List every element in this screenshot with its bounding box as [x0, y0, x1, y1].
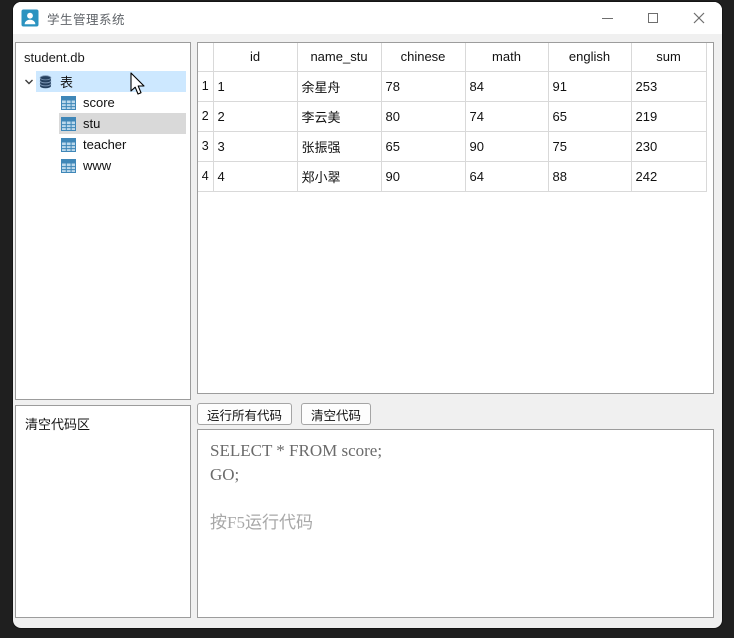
sql-editor[interactable]: SELECT * FROM score; GO; 按F5运行代码 — [197, 429, 714, 618]
row-number[interactable]: 1 — [198, 71, 214, 102]
minimize-icon — [601, 17, 613, 19]
table-cell[interactable]: 88 — [548, 161, 632, 192]
db-tree-panel: student.db 表 score stu teacher www — [15, 42, 191, 400]
table-cell[interactable]: 75 — [548, 131, 632, 162]
db-name-label: student.db — [24, 50, 85, 65]
table-grid-icon — [61, 137, 76, 152]
corner-cell — [198, 43, 214, 72]
table-cell[interactable]: 230 — [631, 131, 707, 162]
minimize-button[interactable] — [584, 2, 630, 34]
table-cell[interactable]: 2 — [213, 101, 298, 132]
column-header-id[interactable]: id — [213, 43, 298, 72]
table-cell[interactable]: 91 — [548, 71, 632, 102]
window-controls — [584, 2, 722, 34]
table-grid-icon — [61, 95, 76, 110]
row-number[interactable]: 4 — [198, 161, 214, 192]
sql-line: GO; — [210, 465, 240, 484]
tree-item-stu[interactable]: stu — [16, 113, 190, 134]
database-icon — [39, 74, 52, 88]
table-cell[interactable]: 李云美 — [297, 101, 382, 132]
results-table: id name_stu chinese math english sum 1 1… — [198, 43, 707, 192]
table-cell[interactable]: 64 — [465, 161, 549, 192]
table-cell[interactable]: 253 — [631, 71, 707, 102]
table-row: 3 3 张振强 65 90 75 230 — [198, 131, 707, 162]
table-cell[interactable]: 65 — [548, 101, 632, 132]
column-header-english[interactable]: english — [548, 43, 632, 72]
editor-hint: 按F5运行代码 — [210, 513, 313, 532]
run-all-code-button[interactable]: 运行所有代码 — [197, 403, 293, 425]
chevron-down-icon[interactable] — [22, 77, 36, 87]
sql-line: SELECT * FROM score; — [210, 441, 383, 460]
column-header-math[interactable]: math — [465, 43, 549, 72]
column-header-name-stu[interactable]: name_stu — [297, 43, 382, 72]
close-button[interactable] — [676, 2, 722, 34]
titlebar[interactable]: 学生管理系统 — [13, 2, 722, 34]
clear-code-button[interactable]: 清空代码 — [301, 403, 372, 425]
codezone-panel[interactable]: 清空代码区 — [15, 405, 191, 618]
maximize-button[interactable] — [630, 2, 676, 34]
table-cell[interactable]: 张振强 — [297, 131, 382, 162]
table-cell[interactable]: 余星舟 — [297, 71, 382, 102]
table-cell[interactable]: 90 — [381, 161, 466, 192]
table-header-row: id name_stu chinese math english sum — [198, 43, 707, 72]
table-grid-icon — [61, 116, 76, 131]
app-user-icon — [21, 9, 39, 27]
row-number[interactable]: 3 — [198, 131, 214, 162]
table-cell[interactable]: 郑小翠 — [297, 161, 382, 192]
tree-root-label: 表 — [60, 75, 74, 90]
table-cell[interactable]: 3 — [213, 131, 298, 162]
tree-item-teacher[interactable]: teacher — [16, 134, 190, 155]
table-cell[interactable]: 90 — [465, 131, 549, 162]
results-table-panel: id name_stu chinese math english sum 1 1… — [197, 42, 714, 394]
column-header-sum[interactable]: sum — [631, 43, 707, 72]
row-number[interactable]: 2 — [198, 101, 214, 132]
table-cell[interactable]: 74 — [465, 101, 549, 132]
table-row: 2 2 李云美 80 74 65 219 — [198, 101, 707, 132]
tree-item-score[interactable]: score — [16, 92, 190, 113]
tree-item-www[interactable]: www — [16, 155, 190, 176]
desktop-backdrop: 学生管理系统 student.db 表 score stu teacher ww… — [0, 0, 734, 638]
window-title: 学生管理系统 — [47, 12, 126, 27]
tree-root-tables[interactable]: 表 — [16, 71, 190, 92]
table-cell[interactable]: 80 — [381, 101, 466, 132]
codezone-label: 清空代码区 — [25, 417, 91, 432]
table-cell[interactable]: 219 — [631, 101, 707, 132]
table-row: 4 4 郑小翠 90 64 88 242 — [198, 161, 707, 192]
toolbar: 运行所有代码 清空代码 — [197, 403, 372, 425]
table-cell[interactable]: 242 — [631, 161, 707, 192]
sql-blank-line — [210, 487, 701, 511]
app-window: 学生管理系统 student.db 表 score stu teacher ww… — [13, 2, 722, 628]
table-cell[interactable]: 4 — [213, 161, 298, 192]
table-grid-icon — [61, 158, 76, 173]
table-cell[interactable]: 84 — [465, 71, 549, 102]
column-header-chinese[interactable]: chinese — [381, 43, 466, 72]
table-cell[interactable]: 65 — [381, 131, 466, 162]
table-row: 1 1 余星舟 78 84 91 253 — [198, 71, 707, 102]
table-cell[interactable]: 78 — [381, 71, 466, 102]
close-icon — [693, 12, 705, 24]
maximize-icon — [648, 13, 658, 23]
table-cell[interactable]: 1 — [213, 71, 298, 102]
